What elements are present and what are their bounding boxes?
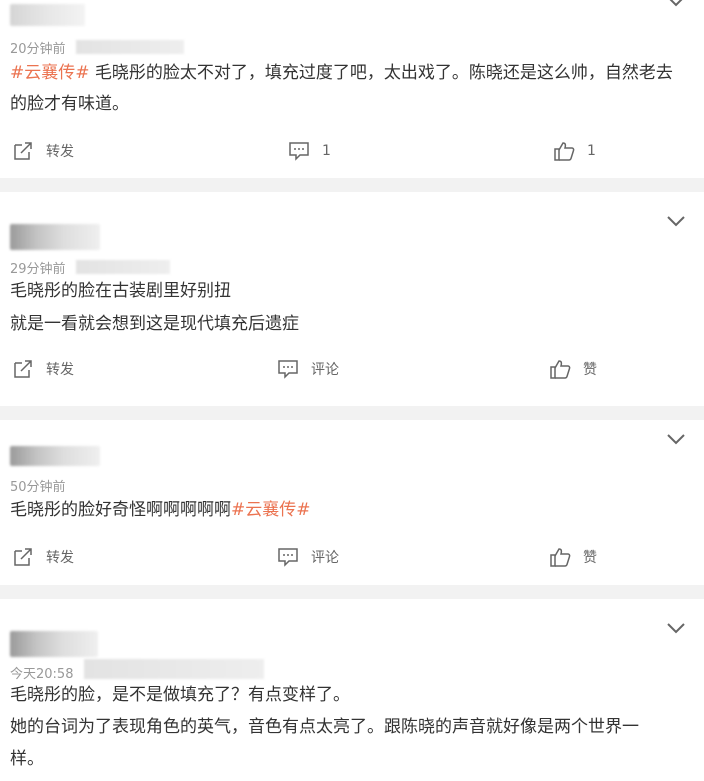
comment-text-line2: 就是一看就会想到这是现代填充后遗症 bbox=[10, 314, 299, 334]
comment-time: 50分钟前 bbox=[10, 480, 66, 495]
comment-icon bbox=[278, 360, 298, 379]
chevron-down-icon[interactable] bbox=[666, 214, 686, 228]
comment-card: 20分钟前 #云襄传# 毛晓彤的脸太不对了，填充过度了吧，太出戏了。陈晓还是这么… bbox=[0, 0, 704, 178]
separator bbox=[0, 178, 704, 192]
topic-link[interactable]: #云襄传# bbox=[231, 500, 311, 520]
forward-button[interactable]: 转发 bbox=[12, 141, 74, 161]
source-blurred bbox=[84, 659, 264, 679]
comment-text-line1: 毛晓彤的脸在古装剧里好别扭 bbox=[10, 281, 231, 301]
comment-body: 毛晓彤的脸好奇怪啊啊啊啊啊 bbox=[10, 500, 231, 520]
chevron-down-icon[interactable] bbox=[666, 621, 686, 635]
username-blurred bbox=[10, 446, 100, 466]
topic-link[interactable]: #云襄传# bbox=[10, 63, 90, 83]
comment-text-line2: 她的台词为了表现角色的英气，音色有点太亮了。跟陈晓的声音就好像是两个世界一 bbox=[10, 717, 639, 737]
forward-icon bbox=[14, 360, 32, 378]
comment-text-line2: 的脸才有味道。 bbox=[10, 94, 129, 114]
like-button[interactable]: 赞 bbox=[549, 359, 597, 379]
username-blurred bbox=[10, 224, 100, 250]
comment-button[interactable]: 1 bbox=[288, 141, 331, 161]
comment-icon bbox=[278, 548, 298, 567]
forward-icon bbox=[14, 548, 32, 566]
comment-text: 毛晓彤的脸好奇怪啊啊啊啊啊#云襄传# bbox=[10, 495, 311, 525]
comment-card: 29分钟前 毛晓彤的脸在古装剧里好别扭 就是一看就会想到这是现代填充后遗症 转发… bbox=[0, 192, 704, 406]
like-icon bbox=[550, 360, 571, 379]
source-blurred bbox=[76, 260, 170, 274]
comment-text: #云襄传# 毛晓彤的脸太不对了，填充过度了吧，太出戏了。陈晓还是这么帅，自然老去 bbox=[10, 58, 673, 88]
source-blurred bbox=[76, 40, 184, 54]
comment-time: 29分钟前 bbox=[10, 262, 66, 277]
comment-card: 50分钟前 毛晓彤的脸好奇怪啊啊啊啊啊#云襄传# 转发 评论 赞 bbox=[0, 420, 704, 585]
like-icon bbox=[550, 548, 571, 567]
comment-text-line1: 毛晓彤的脸，是不是做填充了？有点变样了。 bbox=[10, 685, 350, 705]
separator bbox=[0, 406, 704, 420]
comment-icon bbox=[289, 142, 309, 161]
like-icon bbox=[554, 142, 575, 161]
comment-body: 毛晓彤的脸太不对了，填充过度了吧，太出戏了。陈晓还是这么帅，自然老去 bbox=[89, 63, 673, 83]
comment-text-line3: 样。 bbox=[10, 749, 44, 769]
chevron-down-icon[interactable] bbox=[666, 0, 686, 8]
comment-button[interactable]: 评论 bbox=[277, 359, 339, 379]
comment-button[interactable]: 评论 bbox=[277, 547, 339, 567]
comment-card: 今天20:58 毛晓彤的脸，是不是做填充了？有点变样了。 她的台词为了表现角色的… bbox=[0, 599, 704, 781]
separator bbox=[0, 585, 704, 599]
forward-button[interactable]: 转发 bbox=[12, 359, 74, 379]
username-blurred bbox=[10, 4, 85, 26]
username-blurred bbox=[10, 631, 98, 657]
like-button[interactable]: 赞 bbox=[549, 547, 597, 567]
like-button[interactable]: 1 bbox=[553, 141, 596, 161]
forward-icon bbox=[14, 142, 32, 160]
chevron-down-icon[interactable] bbox=[666, 432, 686, 446]
forward-button[interactable]: 转发 bbox=[12, 547, 74, 567]
comment-time: 20分钟前 bbox=[10, 42, 66, 57]
